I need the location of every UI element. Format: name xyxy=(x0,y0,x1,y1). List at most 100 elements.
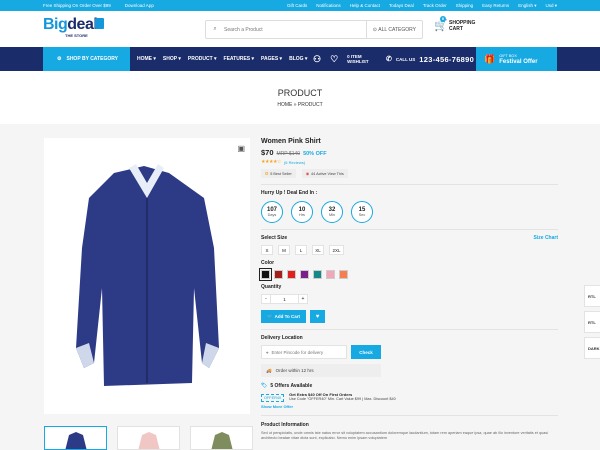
color-swatch[interactable] xyxy=(287,270,296,279)
add-to-cart-button[interactable]: 🛒 Add To Cart xyxy=(261,310,307,323)
color-swatch[interactable] xyxy=(274,270,283,279)
reviews-link[interactable]: (6 Reviews) xyxy=(284,160,305,165)
shop-by-category-button[interactable]: ⚙ SHOP BY CATEGORY xyxy=(43,47,130,71)
breadcrumb: HOME » PRODUCT xyxy=(277,102,323,108)
user-icon[interactable]: ⚇ xyxy=(313,54,321,65)
search-input[interactable]: Search a Product xyxy=(224,27,263,33)
qty-input[interactable]: 1 xyxy=(271,294,298,304)
logo[interactable]: Bigdeal THE STORE xyxy=(43,17,105,41)
size-chart-link[interactable]: Size Chart xyxy=(534,235,558,241)
product-image[interactable]: ▣ xyxy=(44,138,250,414)
add-to-wishlist-button[interactable]: ♥ xyxy=(310,310,326,323)
top-link-help[interactable]: Help & Contact xyxy=(350,3,380,9)
main-nav: ⚙ SHOP BY CATEGORY HOME ▾ SHOP ▾ PRODUCT… xyxy=(0,47,600,71)
language-select[interactable]: English ▾ xyxy=(518,3,536,9)
top-link-notifications[interactable]: Notifications xyxy=(316,3,341,9)
qty-minus-button[interactable]: - xyxy=(261,294,271,304)
delivery-label: Delivery Location xyxy=(261,335,303,341)
top-bar: Free Shipping On Order Over $99 Download… xyxy=(0,0,600,11)
rtl-toggle-2[interactable]: RTL xyxy=(584,311,600,333)
discount-label: 50% OFF xyxy=(303,151,327,157)
top-link-track-order[interactable]: Track Order xyxy=(423,3,447,9)
product-details: Women Pink Shirt $70 MRP $140 50% OFF ★★… xyxy=(259,138,558,441)
size-l[interactable]: L xyxy=(295,245,307,255)
thumbnail-2[interactable] xyxy=(117,426,180,450)
eye-icon: ◉ xyxy=(305,172,310,176)
size-2xl[interactable]: 2XL xyxy=(329,245,344,255)
product-info-label: Product Information xyxy=(261,422,309,428)
qty-plus-button[interactable]: + xyxy=(298,294,308,304)
color-swatch[interactable] xyxy=(339,270,348,279)
offers-title: 🏷 5 Offers Available xyxy=(261,383,313,389)
thumbnail-3[interactable] xyxy=(190,426,253,450)
rtl-toggle[interactable]: RTL xyxy=(584,285,600,307)
award-icon: ✪ xyxy=(265,172,269,176)
page-banner: PRODUCT HOME » PRODUCT xyxy=(0,71,600,124)
festival-offer-banner[interactable]: 🎁 GIFT BOX Festival Offer xyxy=(476,47,557,71)
timer-seconds: 15 Sec xyxy=(351,201,373,223)
heart-icon: ♥ xyxy=(315,313,320,320)
cart-icon[interactable]: 🛒 0 xyxy=(434,16,448,32)
pincode-input[interactable]: ⌖ Enter Pincode for delivery xyxy=(261,345,347,359)
check-button[interactable]: Check xyxy=(351,345,381,359)
rating-stars: ★★★★☆ xyxy=(261,159,281,165)
deal-label: Hurry Up ! Deal End In : xyxy=(261,190,318,196)
menu-product[interactable]: PRODUCT ▾ xyxy=(188,56,217,62)
size-xl[interactable]: XL xyxy=(312,245,324,255)
search-bar[interactable]: ⌕ Search a Product ⊙ ALL CATEGORY xyxy=(205,20,423,39)
fullscreen-icon[interactable]: ▣ xyxy=(237,144,245,153)
menu-shop[interactable]: SHOP ▾ xyxy=(163,56,181,62)
gift-icon: 🎁 xyxy=(484,53,496,64)
offer-code[interactable]: OFFER40 xyxy=(261,394,285,402)
color-swatches xyxy=(259,268,558,281)
cart-icon: 🛒 xyxy=(267,313,273,319)
shopping-cart[interactable]: 🛒 0 SHOPPING CART xyxy=(434,16,475,32)
menu-home[interactable]: HOME ▾ xyxy=(137,56,156,62)
tag-icon: 🏷 xyxy=(261,383,268,389)
top-link-todays-deal[interactable]: Todays Deal xyxy=(389,3,414,9)
active-view-badge: ◉ 44 Active View This xyxy=(301,169,348,178)
breadcrumb-current: PRODUCT xyxy=(297,102,323,108)
color-label: Color xyxy=(261,260,275,266)
show-more-offers-link[interactable]: Show More Offer xyxy=(261,404,558,409)
quantity-label: Quantity xyxy=(261,284,282,290)
color-swatch[interactable] xyxy=(300,270,309,279)
timer-minutes: 32 Min xyxy=(321,201,343,223)
shirt-image xyxy=(76,164,219,386)
order-within-notice: 🚚 Order within 12 hrs xyxy=(261,364,381,377)
top-link-easy-returns[interactable]: Easy Returns xyxy=(482,3,509,9)
free-shipping-text: Free Shipping On Order Over $99 xyxy=(43,3,111,8)
color-swatch[interactable] xyxy=(326,270,335,279)
size-m[interactable]: M xyxy=(278,245,290,255)
bag-icon xyxy=(95,18,104,29)
download-app-link[interactable]: Download App xyxy=(125,3,154,8)
top-link-shipping[interactable]: Shipping xyxy=(456,3,474,9)
top-link-gift-cards[interactable]: Gift Cards xyxy=(287,3,307,9)
gear-icon: ⚙ xyxy=(57,56,62,62)
wishlist-link[interactable]: 0 ITEM WISHLIST xyxy=(347,54,369,65)
phone-icon: ✆ xyxy=(386,56,392,63)
breadcrumb-home[interactable]: HOME xyxy=(277,102,292,108)
search-icon[interactable]: ⌕ xyxy=(210,26,220,33)
product-content: ▣ Women Pink Shirt $70 MRP $140 50% OFF … xyxy=(0,124,600,450)
location-icon: ⌖ xyxy=(266,349,269,355)
truck-icon: 🚚 xyxy=(266,367,272,373)
product-price: $70 xyxy=(261,148,274,157)
dark-mode-toggle[interactable]: DARK xyxy=(584,337,600,359)
call-us: ✆ CALL US 123-456-76890 xyxy=(386,54,475,64)
size-label: Select Size xyxy=(261,235,288,241)
size-s[interactable]: S xyxy=(261,245,273,255)
best-seller-badge: ✪ 5 Best Seller xyxy=(261,169,296,178)
menu-features[interactable]: FEATURES ▾ xyxy=(224,56,254,62)
color-swatch[interactable] xyxy=(259,268,272,281)
product-name: Women Pink Shirt xyxy=(261,138,321,145)
currency-select[interactable]: Usd ▾ xyxy=(545,3,557,9)
menu-pages[interactable]: PAGES ▾ xyxy=(261,56,282,62)
menu-blog[interactable]: BLOG ▾ xyxy=(289,56,307,62)
quantity-stepper: - 1 + xyxy=(261,294,558,304)
offer-item: OFFER40 Get Extra $40 Off On First Order… xyxy=(261,392,558,402)
thumbnail-1[interactable] xyxy=(44,426,107,450)
heart-icon[interactable]: ♡ xyxy=(330,54,338,65)
color-swatch[interactable] xyxy=(313,270,322,279)
category-select[interactable]: ⊙ ALL CATEGORY xyxy=(365,21,422,38)
